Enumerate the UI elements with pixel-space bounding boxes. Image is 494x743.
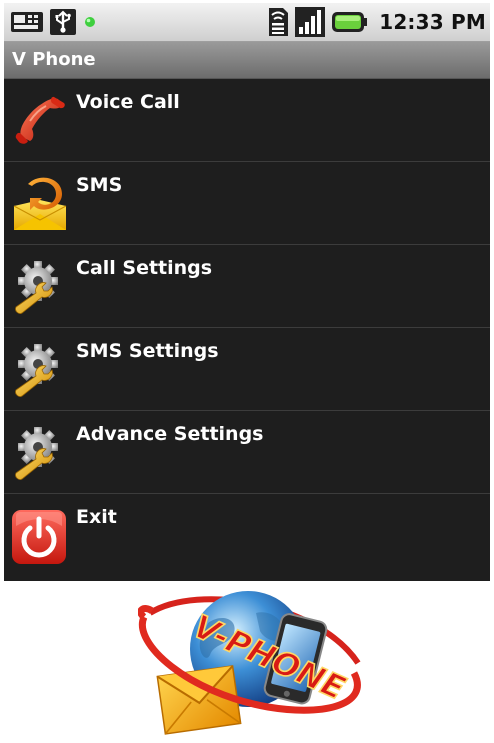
usb-icon (50, 9, 76, 35)
settings-gear-wrench-icon (15, 427, 58, 480)
app-title: V Phone (12, 49, 96, 70)
settings-gear-wrench-icon (15, 344, 58, 397)
phone-screen: 12:33 PM V Phone Voice Call SMS Call Set… (4, 3, 490, 740)
sms-envelope-icon (13, 177, 67, 230)
keyboard-icon (11, 12, 43, 32)
main-menu: Voice Call SMS Call Settings SMS Setting… (4, 79, 490, 581)
menu-item-voice-call[interactable]: Voice Call (4, 79, 490, 162)
menu-item-advance-settings[interactable]: Advance Settings (4, 411, 490, 494)
status-time: 12:33 PM (379, 10, 486, 34)
menu-item-call-settings[interactable]: Call Settings (4, 245, 490, 328)
menu-item-sms[interactable]: SMS (4, 162, 490, 245)
battery-icon (332, 12, 368, 32)
menu-item-sms-settings[interactable]: SMS Settings (4, 328, 490, 411)
menu-label: SMS Settings (76, 340, 219, 362)
notification-led-icon (85, 17, 95, 27)
status-bar: 12:33 PM (4, 3, 490, 42)
logo-area: V-PHONE (4, 581, 490, 740)
menu-label: Voice Call (76, 91, 180, 113)
status-bar-right: 12:33 PM (267, 7, 486, 37)
title-bar: V Phone (4, 42, 490, 79)
menu-label: Advance Settings (76, 423, 264, 445)
sim-icon (269, 8, 289, 36)
signal-icon (295, 7, 326, 37)
settings-gear-wrench-icon (15, 261, 58, 314)
menu-item-exit[interactable]: Exit (4, 494, 490, 581)
menu-label: Call Settings (76, 257, 213, 279)
phone-handset-icon (15, 96, 65, 144)
power-icon (12, 510, 66, 564)
menu-label: Exit (76, 506, 117, 528)
status-bar-left (10, 9, 98, 35)
vphone-logo: V-PHONE (138, 591, 361, 735)
menu-label: SMS (76, 174, 123, 196)
